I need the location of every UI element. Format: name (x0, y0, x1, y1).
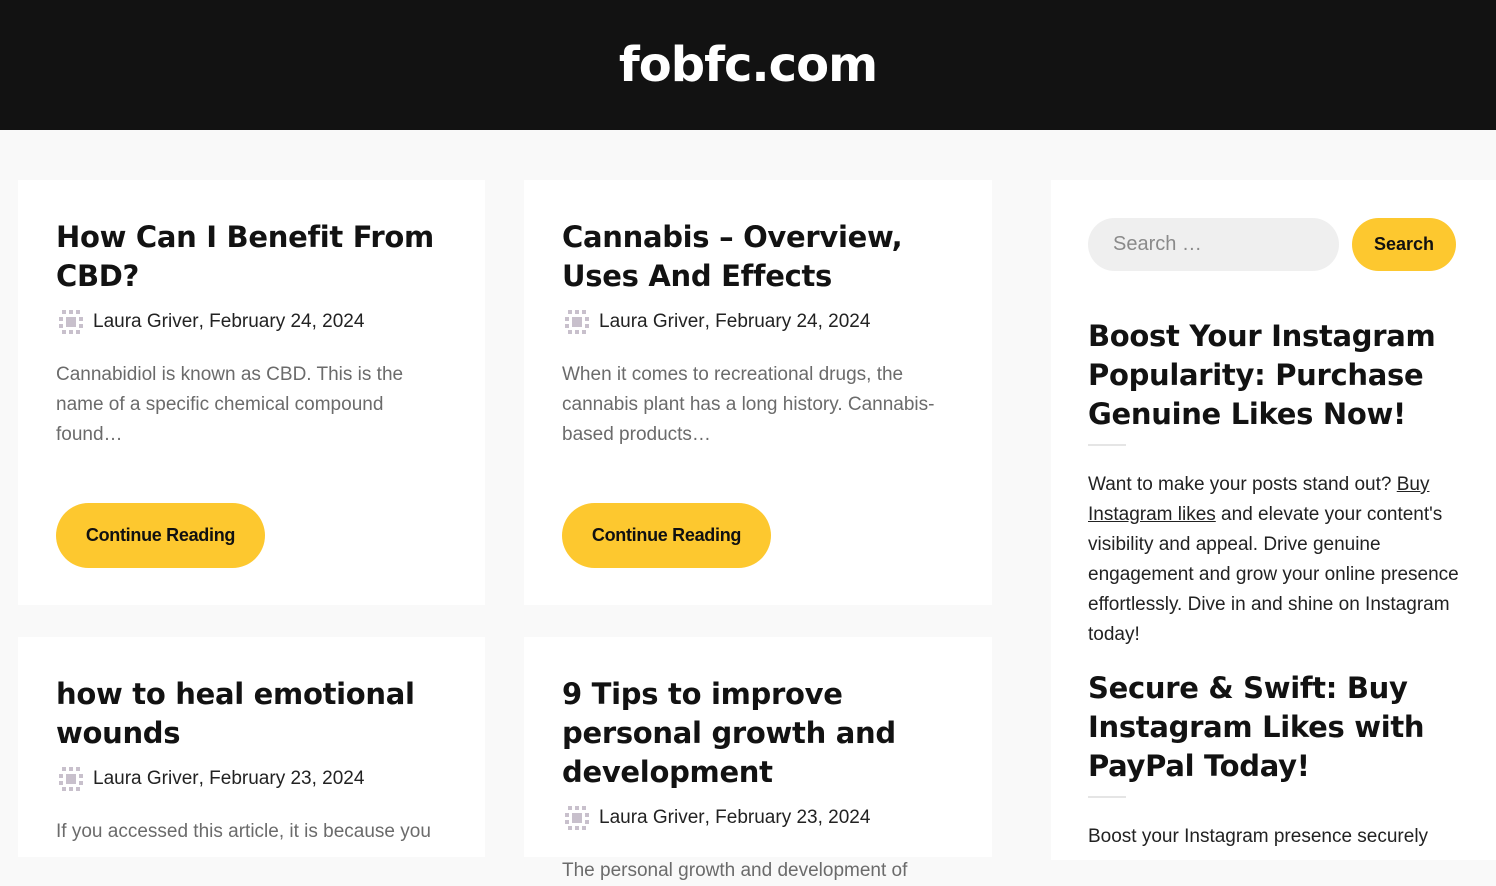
post-meta: Laura Griver, February 23, 2024 (56, 763, 447, 795)
widget-instagram-likes: Boost Your Instagram Popularity: Purchas… (1088, 317, 1459, 650)
post-date[interactable]: February 23, 2024 (715, 807, 870, 829)
post-meta: Laura Griver, February 24, 2024 (562, 306, 954, 338)
author-avatar-icon (56, 307, 86, 337)
continue-reading-button[interactable]: Continue Reading (56, 503, 265, 568)
widget-title: Secure & Swift: Buy Instagram Likes with… (1088, 671, 1425, 783)
site-header: fobfc.com (0, 0, 1496, 130)
post-author[interactable]: Laura Griver (599, 807, 705, 829)
widget-text: Boost your Instagram presence securely (1088, 826, 1429, 847)
post-excerpt: Cannabidiol is known as CBD. This is the… (56, 364, 404, 445)
meta-separator: , (704, 311, 716, 332)
post-meta: Laura Griver, February 24, 2024 (56, 306, 447, 338)
main-content: How Can I Benefit From CBD? Laura Griver… (0, 130, 1496, 881)
post-card: How Can I Benefit From CBD? Laura Griver… (18, 180, 485, 605)
search-button[interactable]: Search (1352, 218, 1456, 271)
meta-separator: , (704, 807, 716, 828)
post-title[interactable]: 9 Tips to improve personal growth and de… (562, 675, 954, 792)
post-meta: Laura Griver, February 23, 2024 (562, 802, 954, 834)
widget-text: Want to make your posts stand out? Buy I… (1088, 470, 1459, 650)
post-card: how to heal emotional wounds Laura Grive… (18, 637, 485, 857)
author-avatar-icon (56, 764, 86, 794)
post-author[interactable]: Laura Griver (93, 768, 199, 790)
widget-title: Boost Your Instagram Popularity: Purchas… (1088, 319, 1436, 431)
post-date[interactable]: February 23, 2024 (209, 768, 364, 790)
site-title[interactable]: fobfc.com (619, 37, 878, 93)
post-card: Cannabis – Overview, Uses And Effects La… (524, 180, 992, 605)
post-date[interactable]: February 24, 2024 (715, 311, 870, 333)
post-title[interactable]: How Can I Benefit From CBD? (56, 218, 447, 296)
author-avatar-icon (562, 307, 592, 337)
widget-paypal-likes: Secure & Swift: Buy Instagram Likes with… (1088, 669, 1459, 852)
meta-separator: , (198, 768, 210, 789)
continue-reading-button[interactable]: Continue Reading (562, 503, 771, 568)
widget-text-before: Want to make your posts stand out? (1088, 474, 1397, 495)
post-author[interactable]: Laura Griver (599, 311, 705, 333)
post-title[interactable]: how to heal emotional wounds (56, 675, 447, 753)
post-date[interactable]: February 24, 2024 (209, 311, 364, 333)
search-form: Search (1088, 218, 1459, 271)
author-avatar-icon (562, 803, 592, 833)
widget-divider (1088, 796, 1126, 798)
post-excerpt: The personal growth and development of (562, 860, 908, 881)
post-title[interactable]: Cannabis – Overview, Uses And Effects (562, 218, 954, 296)
sidebar: Search Boost Your Instagram Popularity: … (1051, 180, 1496, 860)
meta-separator: , (198, 311, 210, 332)
widget-divider (1088, 444, 1126, 446)
post-excerpt: When it comes to recreational drugs, the… (562, 364, 935, 445)
widget-text-after: and elevate your content's visibility an… (1088, 504, 1459, 645)
search-input[interactable] (1088, 218, 1339, 271)
post-card: 9 Tips to improve personal growth and de… (524, 637, 992, 881)
post-author[interactable]: Laura Griver (93, 311, 199, 333)
